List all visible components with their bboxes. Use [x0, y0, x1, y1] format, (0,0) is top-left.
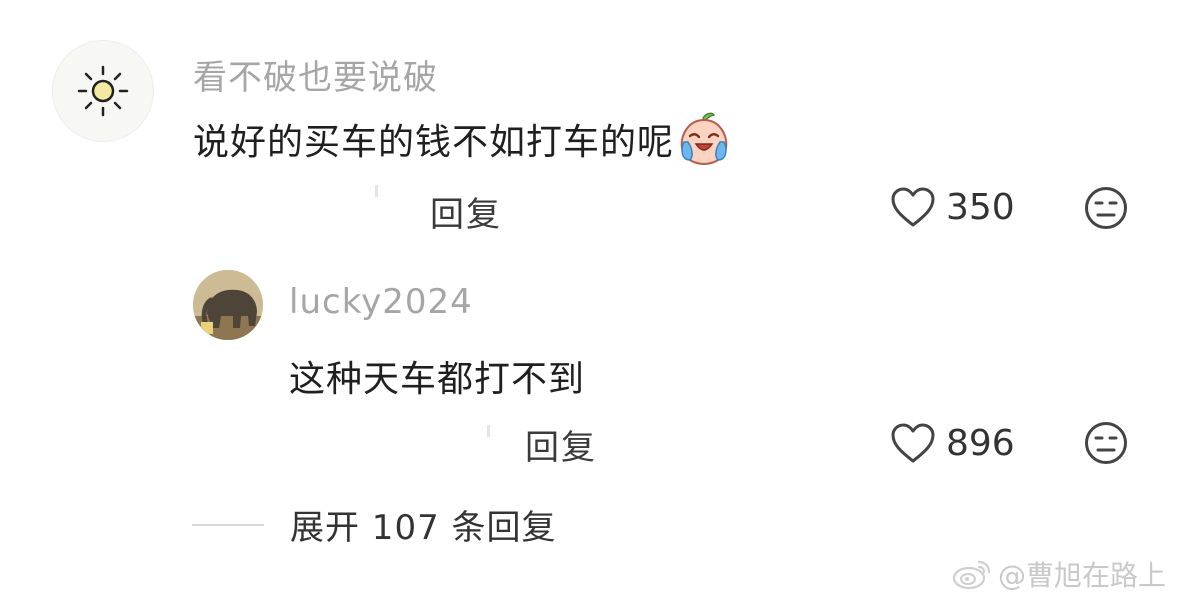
neutral-face-icon	[1085, 187, 1127, 229]
divider-mark	[487, 425, 490, 437]
dislike-button[interactable]	[1084, 186, 1128, 234]
divider-mark	[375, 185, 378, 197]
reply-user-avatar[interactable]	[193, 270, 263, 340]
neutral-face-icon	[1085, 422, 1127, 464]
reply-text: 这种天车都打不到	[289, 359, 586, 400]
reply-button[interactable]: 回复	[525, 420, 597, 469]
sun-icon	[77, 65, 129, 117]
watermark-text: @曹旭在路上	[997, 559, 1166, 592]
crying-peach-emoji-icon	[680, 112, 728, 166]
heart-icon	[891, 423, 935, 463]
elephant-photo-icon	[193, 270, 263, 340]
like-button[interactable]: 350	[890, 186, 1015, 228]
like-count: 896	[946, 422, 1015, 464]
comment-text: 说好的买车的钱不如打车的呢	[193, 122, 675, 163]
expand-divider	[192, 523, 264, 526]
expand-replies-button[interactable]: 展开 107 条回复	[192, 500, 557, 549]
expand-replies-label: 展开 107 条回复	[290, 508, 557, 548]
like-button[interactable]: 896	[890, 422, 1015, 464]
reply-button[interactable]: 回复	[430, 187, 502, 236]
reply-username[interactable]: lucky2024	[289, 282, 473, 322]
user-avatar[interactable]	[52, 40, 154, 142]
comment-body: 说好的买车的钱不如打车的呢	[193, 112, 732, 166]
heart-icon	[891, 187, 935, 227]
like-count: 350	[946, 186, 1015, 228]
watermark: @曹旭在路上	[952, 554, 1166, 594]
weibo-logo-icon	[952, 560, 991, 590]
dislike-button[interactable]	[1084, 421, 1128, 469]
comment-username[interactable]: 看不破也要说破	[193, 50, 438, 99]
